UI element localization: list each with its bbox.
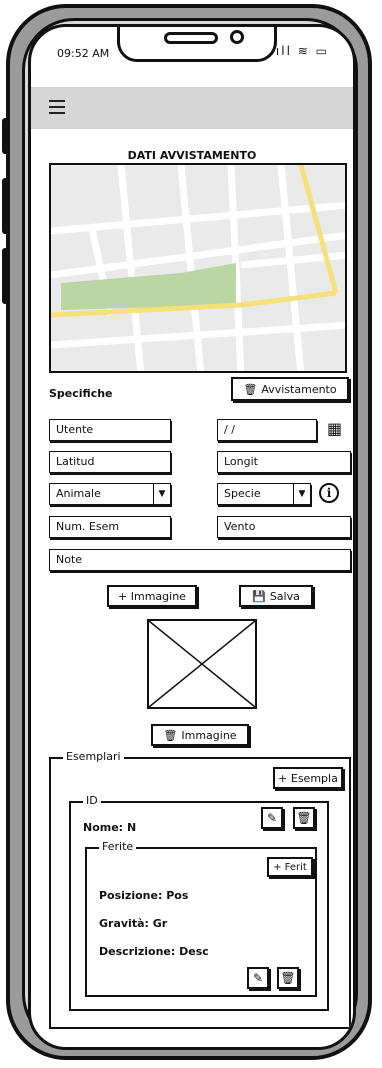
delete-image-label: Immagine (181, 728, 237, 742)
animale-value: Animale (56, 487, 101, 500)
posizione-row: Posizione: Pos (99, 889, 188, 902)
posizione-value: Pos (166, 889, 189, 902)
gravita-label: Gravità: (99, 917, 149, 930)
trash-icon[interactable]: 🗑 (277, 967, 299, 989)
top-bar (31, 87, 353, 129)
nome-label: Nome: (83, 821, 124, 834)
screen: 09:52 AM .ıll ≋ ▭ DATI AVVISTAMENTO Spec… (28, 24, 356, 1050)
gravita-row: Gravità: Gr (99, 917, 167, 930)
gravita-value: Gr (152, 917, 168, 930)
camera (230, 30, 244, 44)
nome-row: Nome: N (83, 821, 136, 834)
map-graphic (51, 165, 345, 371)
ferite-legend: Ferite (99, 840, 137, 853)
utente-field[interactable]: Utente (49, 419, 171, 441)
save-label: Salva (269, 589, 300, 603)
delete-avvistamento-button[interactable]: 🗑 Avvistamento (231, 377, 349, 401)
trash-icon: 🗑 (243, 382, 258, 396)
add-image-button[interactable]: + Immagine (107, 585, 197, 607)
animale-select[interactable]: Animale ▼ (49, 483, 171, 505)
hamburger-icon[interactable] (49, 100, 65, 114)
add-esemplare-button[interactable]: + Esempla (273, 767, 343, 789)
status-icons: .ıll ≋ ▭ (270, 44, 329, 58)
side-button (2, 248, 10, 304)
esemplari-group: Esemplari + Esempla ID Nome: N ✎ 🗑 Ferit… (49, 750, 351, 1029)
num-esem-field[interactable]: Num. Esem (49, 516, 171, 538)
floppy-icon: 💾 (252, 589, 266, 603)
esemplare-id-legend: ID (83, 794, 101, 807)
esemplari-legend: Esemplari (63, 750, 124, 763)
info-icon[interactable]: i (319, 483, 339, 503)
image-placeholder-icon (148, 620, 256, 708)
ferite-group: Ferite + Ferit Posizione: Pos Gravità: G… (85, 840, 317, 997)
note-field[interactable]: Note (49, 549, 351, 571)
delete-avvistamento-label: Avvistamento (261, 382, 337, 396)
side-button (2, 118, 10, 154)
add-ferita-button[interactable]: + Ferit (267, 857, 313, 877)
trash-icon: 🗑 (163, 728, 178, 742)
battery-icon: ▭ (315, 44, 329, 58)
calendar-icon[interactable]: ▦ (327, 419, 342, 438)
nome-value: N (126, 821, 137, 834)
chevron-down-icon: ▼ (293, 484, 310, 504)
map-view[interactable] (49, 163, 347, 373)
chevron-down-icon: ▼ (153, 484, 170, 504)
vento-field[interactable]: Vento (217, 516, 351, 538)
specie-value: Specie (224, 487, 261, 500)
trash-icon[interactable]: 🗑 (293, 807, 315, 829)
side-button (2, 178, 10, 234)
status-time: 09:52 AM (57, 47, 110, 60)
posizione-label: Posizione: (99, 889, 163, 902)
latitud-field[interactable]: Latitud (49, 451, 171, 473)
speaker (164, 32, 218, 44)
descrizione-value: Desc (179, 945, 209, 958)
signal-icon: .ıll (270, 44, 292, 58)
wifi-icon: ≋ (297, 44, 310, 58)
specifiche-label: Specifiche (49, 387, 113, 400)
date-field[interactable]: / / (217, 419, 317, 441)
edit-icon[interactable]: ✎ (247, 967, 269, 989)
descrizione-row: Descrizione: Desc (99, 945, 209, 958)
delete-image-button[interactable]: 🗑 Immagine (151, 724, 249, 746)
esemplare-item: ID Nome: N ✎ 🗑 Ferite + Ferit Posizione:… (69, 794, 329, 1011)
edit-icon[interactable]: ✎ (261, 807, 283, 829)
page-title: DATI AVVISTAMENTO (127, 149, 257, 162)
longit-field[interactable]: Longit (217, 451, 351, 473)
notch (117, 27, 277, 62)
descrizione-label: Descrizione: (99, 945, 176, 958)
save-button[interactable]: 💾 Salva (239, 585, 313, 607)
image-placeholder (147, 619, 257, 709)
specie-select[interactable]: Specie ▼ (217, 483, 311, 505)
